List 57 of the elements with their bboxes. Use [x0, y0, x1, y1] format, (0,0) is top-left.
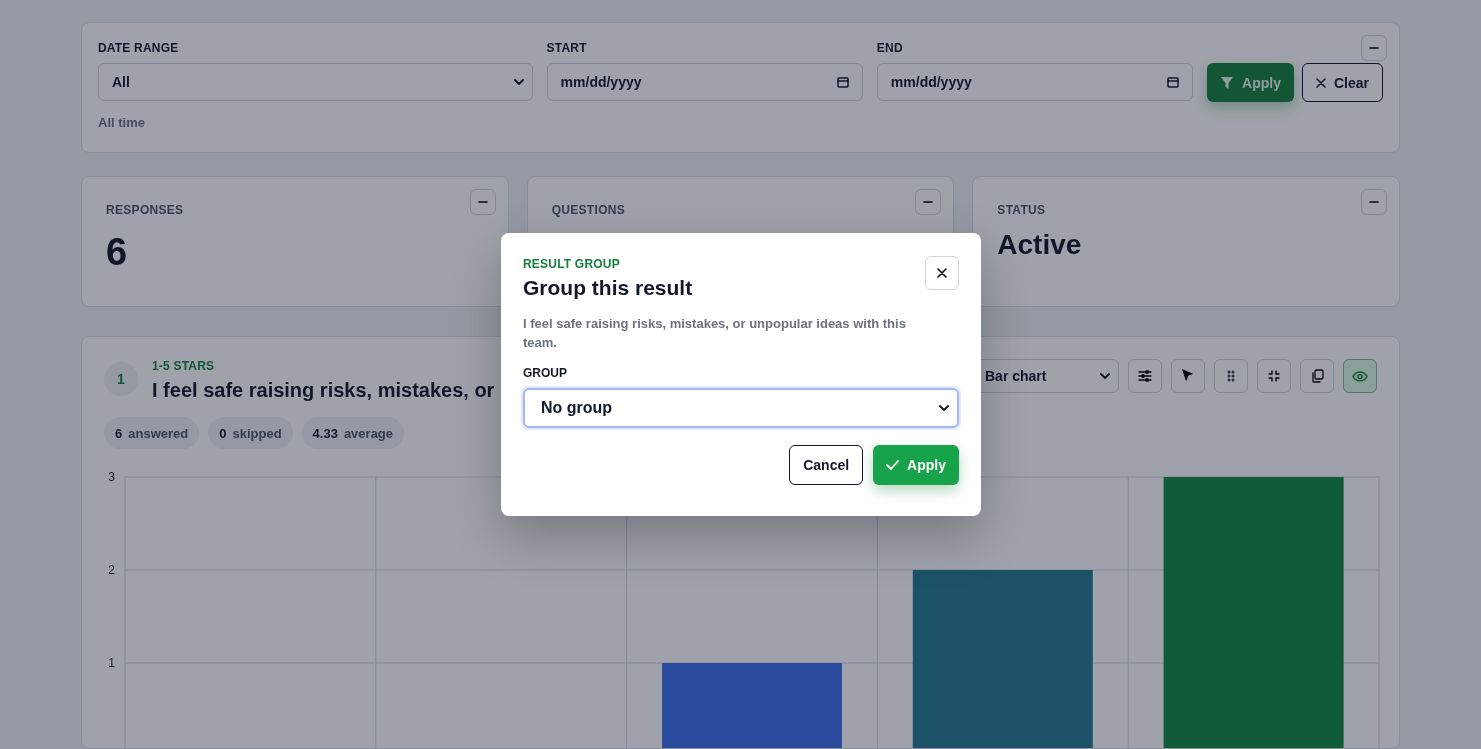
- field-label: DATE RANGE: [98, 41, 180, 55]
- collapse-button[interactable]: [915, 189, 942, 215]
- minus-icon: [1369, 47, 1379, 49]
- question-title: I feel safe raising risks, mistakes, or: [152, 379, 495, 402]
- check-icon: [886, 460, 900, 470]
- collapse-button[interactable]: [1361, 35, 1387, 61]
- eye-icon: [1352, 370, 1368, 382]
- tool-button[interactable]: [1257, 359, 1291, 393]
- cancel-button[interactable]: Cancel: [789, 445, 864, 485]
- metric-pill: 0 skipped: [208, 417, 293, 449]
- calendar-icon: [836, 76, 849, 88]
- tool-button[interactable]: [1171, 359, 1205, 393]
- drag-handle-icon: [1227, 370, 1235, 382]
- axis-tick-label: 1: [108, 656, 115, 670]
- axis-tick-label: 3: [108, 470, 115, 484]
- field-label: END: [876, 41, 904, 55]
- axis-tick-label: 2: [108, 563, 115, 577]
- copy-icon: [1310, 369, 1324, 383]
- minus-icon: [1369, 201, 1379, 203]
- minus-icon: [923, 201, 934, 203]
- metric-pill: 4.33 average: [301, 417, 405, 449]
- collapse-button[interactable]: [469, 189, 496, 215]
- date-input[interactable]: mm/dd/yyyy: [876, 63, 1194, 101]
- stat-label: RESPONSES: [106, 203, 185, 217]
- question-number: 1: [104, 362, 138, 396]
- dialog-title: Group this result: [523, 276, 694, 300]
- calendar-icon: [1167, 76, 1180, 88]
- chevron-down-icon: [513, 79, 524, 85]
- close-icon: [1316, 77, 1326, 88]
- stat-value: 6: [106, 231, 129, 274]
- tool-button[interactable]: [1128, 359, 1162, 393]
- chevron-down-icon: [1100, 373, 1110, 379]
- funnel-icon: [1220, 75, 1235, 90]
- group-select[interactable]: No group: [523, 388, 959, 428]
- dialog-eyebrow: RESULT GROUP: [523, 257, 621, 271]
- clear-button[interactable]: Clear: [1302, 63, 1383, 102]
- date-range-hint: All time: [98, 115, 146, 130]
- tool-button[interactable]: [1300, 359, 1334, 393]
- close-button[interactable]: [925, 256, 959, 290]
- tool-button[interactable]: [1343, 359, 1377, 393]
- stat-label: STATUS: [997, 203, 1047, 217]
- date-input[interactable]: mm/dd/yyyy: [546, 63, 863, 101]
- minus-icon: [477, 201, 488, 203]
- chevron-down-icon: [939, 405, 949, 411]
- question-type: 1-5 STARS: [152, 359, 216, 373]
- field-label: GROUP: [523, 366, 568, 380]
- date-range-select[interactable]: All: [98, 63, 533, 101]
- tool-button[interactable]: [1214, 359, 1248, 393]
- stat-label: QUESTIONS: [551, 203, 627, 217]
- dialog-description: I feel safe raising risks, mistakes, or unpopular ideas with this team.: [523, 315, 907, 352]
- metric-pill: 6 answered: [104, 417, 200, 449]
- stat-value: Active: [997, 229, 1083, 261]
- collapse-icon: [1268, 370, 1280, 382]
- collapse-button[interactable]: [1361, 189, 1387, 215]
- sliders-icon: [1138, 370, 1152, 382]
- field-label: START: [546, 41, 588, 55]
- close-icon: [937, 268, 947, 278]
